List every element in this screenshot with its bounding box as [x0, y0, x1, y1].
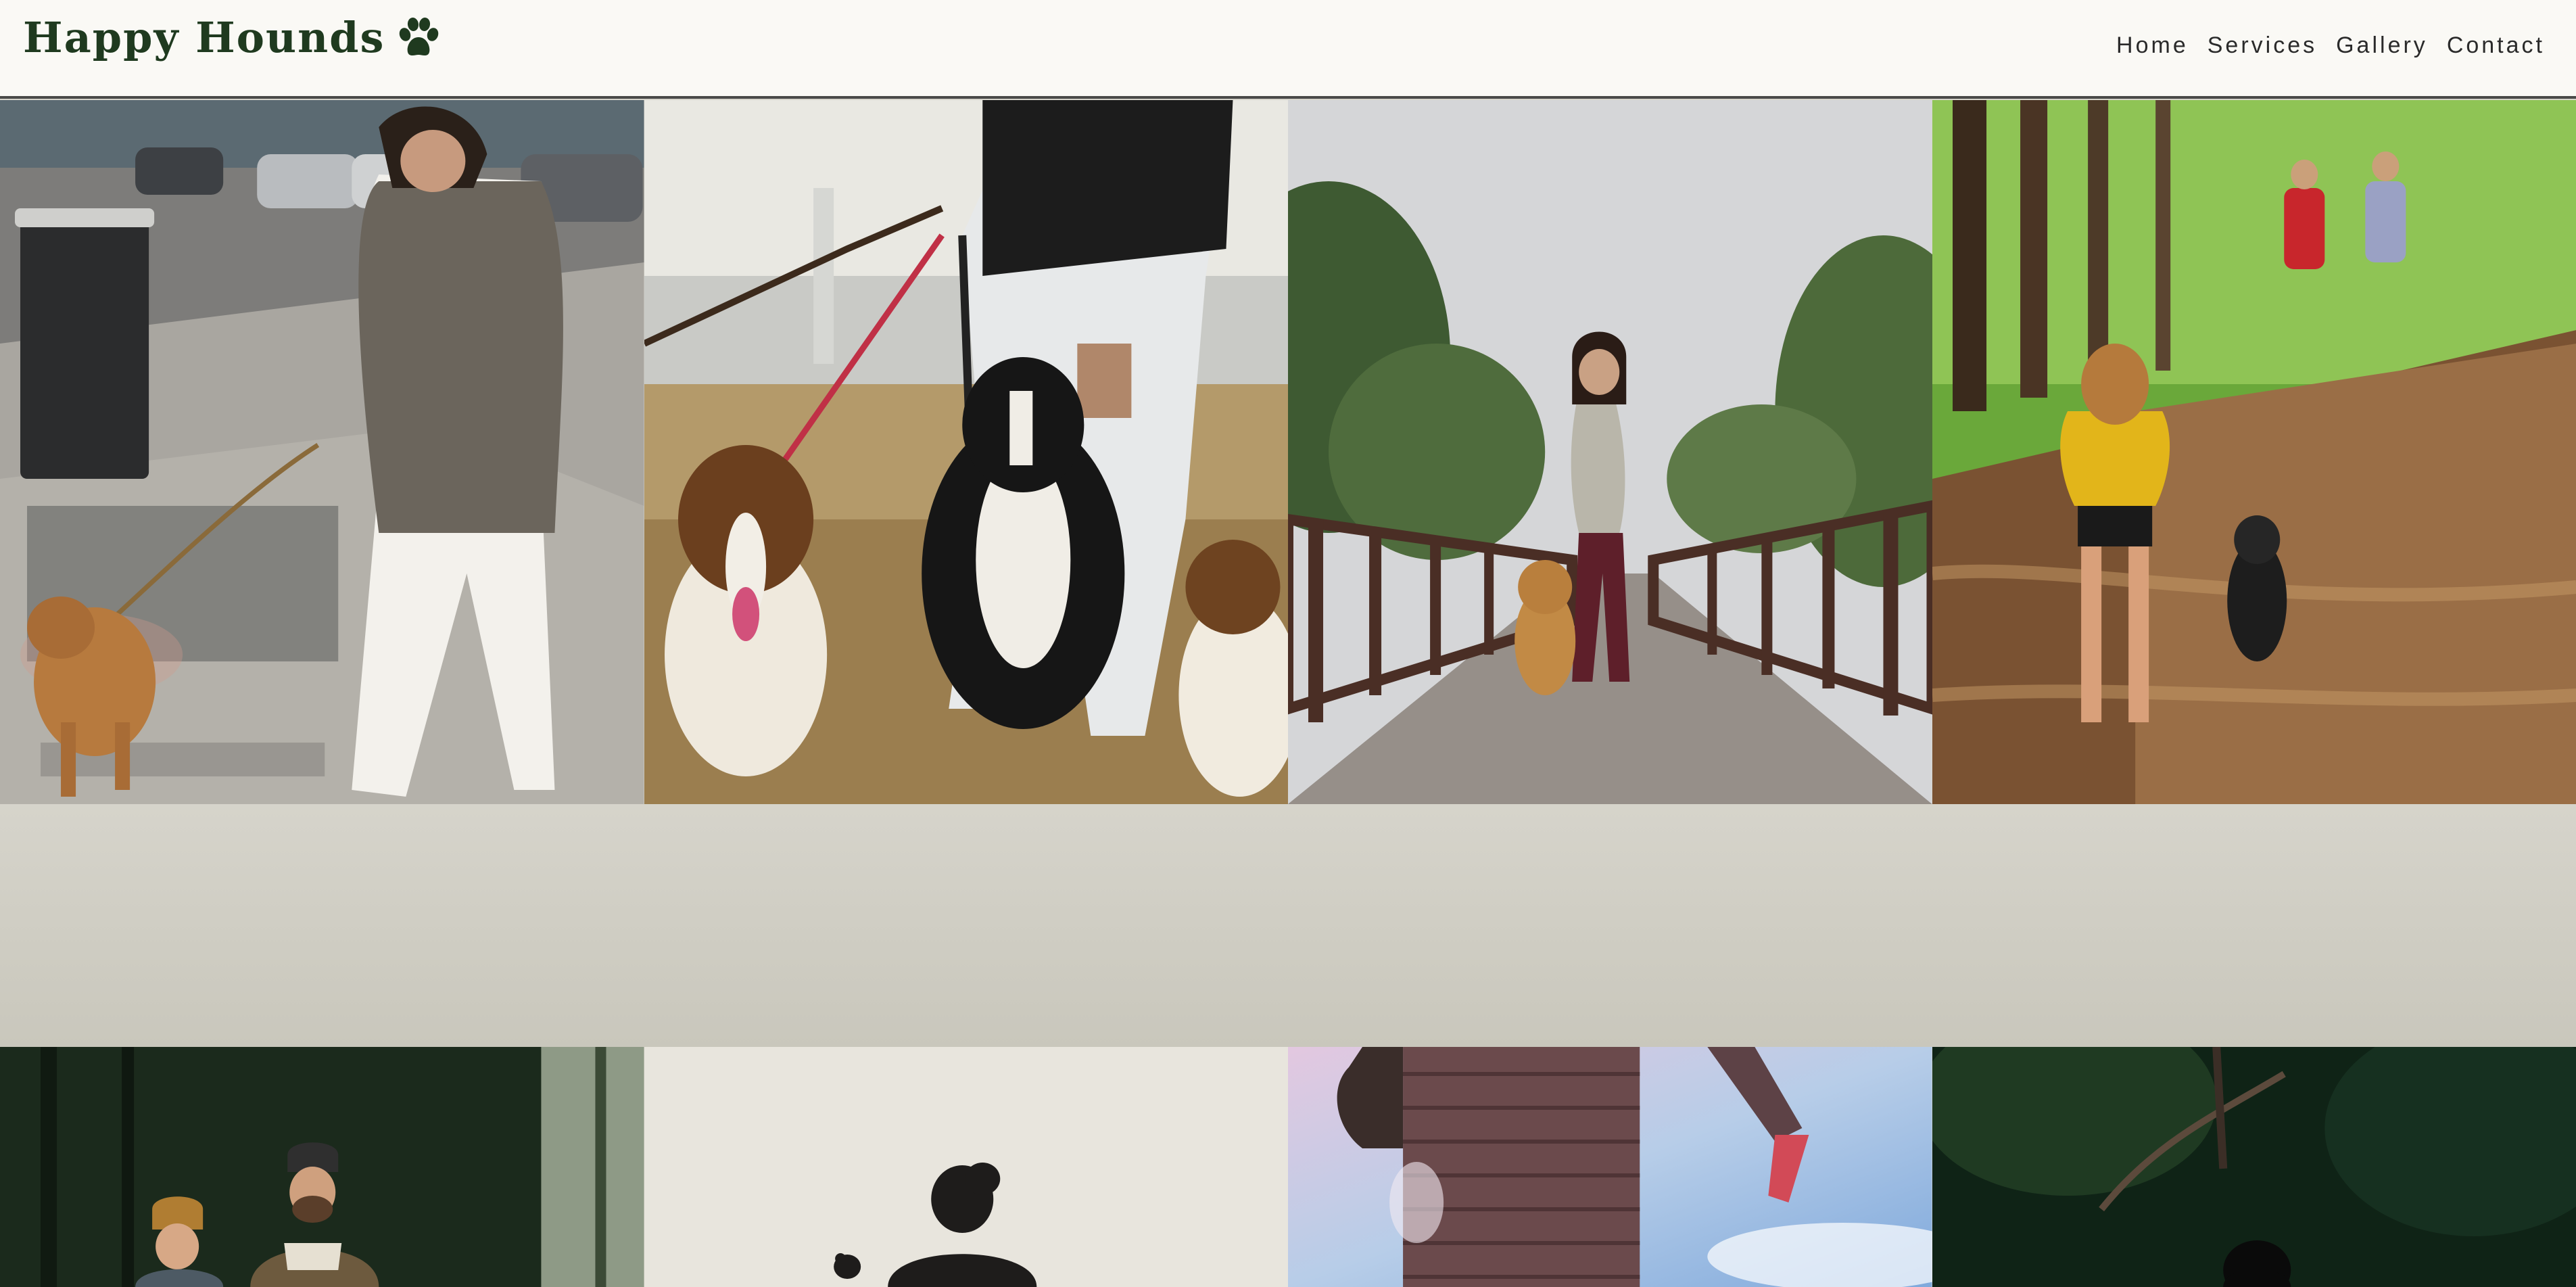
photo-city-dog-walk-icon — [0, 100, 644, 804]
main-nav: Home Services Gallery Contact — [2116, 30, 2545, 61]
paw-icon — [400, 18, 439, 55]
photo-dark-forest-icon — [1932, 1047, 2576, 1287]
nav-gallery[interactable]: Gallery — [2336, 30, 2428, 61]
gallery-photo-forest-trail-dog[interactable] — [1932, 100, 2576, 804]
gallery-photo-silhouette-walker[interactable] — [644, 1047, 1288, 1287]
gallery-photo-couple-in-woods[interactable] — [0, 1047, 644, 1287]
gallery-photo-puffer-jacket-sky[interactable] — [1288, 1047, 1932, 1287]
gallery-spacer-band — [0, 804, 2576, 1047]
photo-collies-on-leash-icon — [644, 100, 1288, 804]
brand-name: Happy Hounds — [23, 13, 385, 62]
nav-services[interactable]: Services — [2208, 30, 2317, 61]
site-header: Happy Hounds Home Services Gallery Conta… — [0, 0, 2576, 99]
nav-home[interactable]: Home — [2116, 30, 2189, 61]
brand-logo[interactable]: Happy Hounds — [23, 12, 440, 64]
photo-boardwalk-golden-retriever-icon — [1288, 100, 1932, 804]
gallery-photo-city-dog-walk[interactable] — [0, 100, 644, 804]
gallery-row-top — [0, 100, 2576, 804]
gallery-photo-dark-forest[interactable] — [1932, 1047, 2576, 1287]
photo-silhouette-walker-icon — [644, 1047, 1288, 1287]
photo-couple-in-woods-icon — [0, 1047, 644, 1287]
gallery-row-bottom — [0, 1047, 2576, 1287]
photo-puffer-jacket-sky-icon — [1288, 1047, 1932, 1287]
gallery-photo-boardwalk-golden-retriever[interactable] — [1288, 100, 1932, 804]
photo-forest-trail-dog-icon — [1932, 100, 2576, 804]
nav-contact[interactable]: Contact — [2447, 30, 2545, 61]
gallery-photo-collies-on-leash[interactable] — [644, 100, 1288, 804]
